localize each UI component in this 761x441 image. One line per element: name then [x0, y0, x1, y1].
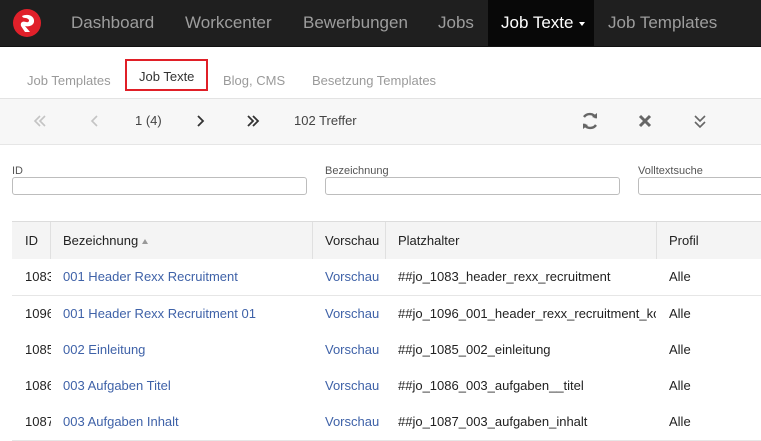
tab-job-texte[interactable]: Job Texte	[125, 59, 209, 91]
pager-toolbar: 1 (4) 102 Treffer	[0, 99, 761, 145]
tab-besetzung-templates[interactable]: Besetzung Templates	[312, 73, 436, 88]
row-platzhalter: ##jo_1086_003_aufgaben__titel	[398, 378, 584, 393]
row-profil: Alle	[669, 342, 691, 357]
row-profil: Alle	[669, 269, 691, 284]
nav-jobs[interactable]: Jobs	[438, 0, 474, 46]
row-platzhalter: ##jo_1083_header_rexx_recruitment	[398, 269, 611, 284]
table-row[interactable]: 1086 003 Aufgaben Titel Vorschau ##jo_10…	[12, 368, 761, 405]
row-id: 1083	[25, 269, 51, 284]
row-bezeichnung-link[interactable]: 002 Einleitung	[63, 332, 145, 368]
next-page-icon[interactable]	[195, 110, 205, 137]
results-count: 102 Treffer	[294, 113, 357, 128]
row-profil: Alle	[669, 414, 691, 429]
row-vorschau-link[interactable]: Vorschau	[325, 368, 379, 404]
row-vorschau-link[interactable]: Vorschau	[325, 259, 379, 295]
nav-workcenter[interactable]: Workcenter	[185, 0, 272, 46]
sort-asc-icon	[142, 239, 149, 245]
row-platzhalter: ##jo_1087_003_aufgaben_inhalt	[398, 414, 588, 429]
nav-job-templates[interactable]: Job Templates	[608, 0, 717, 46]
row-vorschau-link[interactable]: Vorschau	[325, 296, 379, 332]
page-indicator: 1 (4)	[135, 113, 162, 128]
table-row[interactable]: 1083 001 Header Rexx Recruitment Vorscha…	[12, 259, 761, 296]
first-page-icon[interactable]	[33, 110, 47, 137]
row-bezeichnung-link[interactable]: 001 Header Rexx Recruitment	[63, 259, 238, 295]
col-vorschau[interactable]: Vorschau	[325, 222, 379, 260]
table-row[interactable]: 1085 002 Einleitung Vorschau ##jo_1085_0…	[12, 332, 761, 369]
filter-volltext-input[interactable]	[638, 177, 761, 195]
refresh-icon[interactable]	[580, 110, 600, 137]
row-vorschau-link[interactable]: Vorschau	[325, 332, 379, 368]
row-platzhalter: ##jo_1085_002_einleitung	[398, 342, 551, 357]
filter-volltext-label: Volltextsuche	[638, 165, 703, 177]
sub-tabs: Job Templates Job Texte Blog, CMS Besetz…	[0, 46, 761, 99]
nav-bewerbungen[interactable]: Bewerbungen	[303, 0, 408, 46]
filter-bezeichnung-label: Bezeichnung	[325, 165, 389, 177]
expand-more-icon[interactable]	[692, 110, 708, 137]
col-divider	[312, 222, 313, 260]
top-navbar: Dashboard Workcenter Bewerbungen Jobs Jo…	[0, 0, 761, 47]
row-id: 1096	[25, 306, 51, 321]
row-profil: Alle	[669, 378, 691, 393]
prev-page-icon[interactable]	[90, 110, 100, 137]
filter-id-label: ID	[12, 165, 23, 177]
last-page-icon[interactable]	[246, 110, 260, 137]
col-divider	[385, 222, 386, 260]
row-platzhalter: ##jo_1096_001_header_rexx_recruitment_ko…	[398, 306, 656, 321]
table-row[interactable]: 1096 001 Header Rexx Recruitment 01 Vors…	[12, 296, 761, 333]
col-platzhalter[interactable]: Platzhalter	[398, 222, 459, 260]
row-bezeichnung-link[interactable]: 001 Header Rexx Recruitment 01	[63, 296, 256, 332]
col-bezeichnung-label: Bezeichnung	[63, 233, 139, 248]
app-logo[interactable]	[13, 9, 41, 37]
filter-bezeichnung-input[interactable]	[325, 177, 620, 195]
row-id: 1087	[25, 414, 51, 429]
filter-id-input[interactable]	[12, 177, 307, 195]
row-id: 1085	[25, 342, 51, 357]
col-profil[interactable]: Profil	[669, 222, 699, 260]
row-bezeichnung-link[interactable]: 003 Aufgaben Inhalt	[63, 404, 179, 440]
col-id[interactable]: ID	[25, 222, 38, 260]
nav-dashboard[interactable]: Dashboard	[71, 0, 154, 46]
table-row[interactable]: 1087 003 Aufgaben Inhalt Vorschau ##jo_1…	[12, 404, 761, 441]
col-bezeichnung[interactable]: Bezeichnung	[63, 222, 149, 260]
caret-down-icon	[579, 21, 586, 26]
nav-job-texte[interactable]: Job Texte	[488, 0, 594, 46]
col-divider	[50, 222, 51, 260]
clear-filter-icon[interactable]	[637, 110, 653, 137]
row-bezeichnung-link[interactable]: 003 Aufgaben Titel	[63, 368, 171, 404]
row-vorschau-link[interactable]: Vorschau	[325, 404, 379, 440]
tab-blog-cms[interactable]: Blog, CMS	[223, 73, 285, 88]
table-header: ID Bezeichnung Vorschau Platzhalter Prof…	[12, 221, 761, 261]
row-id: 1086	[25, 378, 51, 393]
col-divider	[656, 222, 657, 260]
row-profil: Alle	[669, 306, 691, 321]
tab-job-templates[interactable]: Job Templates	[27, 73, 111, 88]
nav-job-texte-label: Job Texte	[501, 13, 574, 32]
